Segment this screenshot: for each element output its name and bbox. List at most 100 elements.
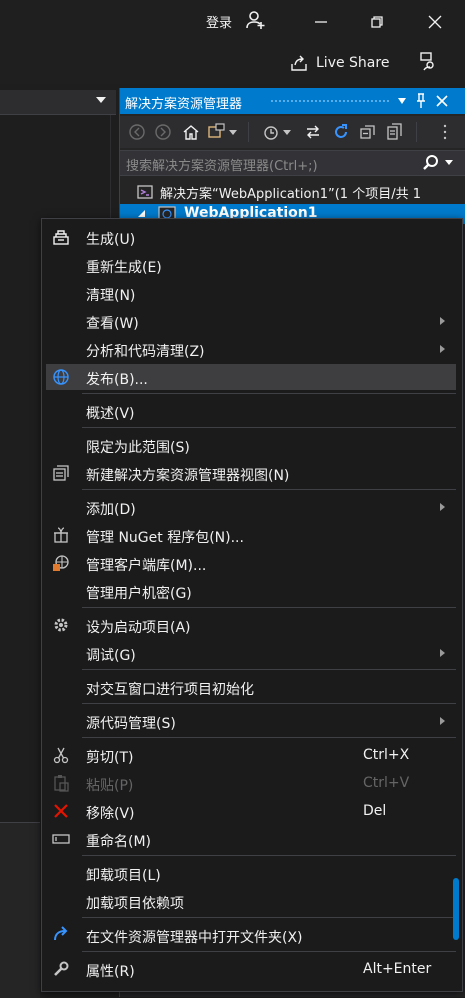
add-user-icon[interactable] (246, 10, 266, 30)
menu-item-label: 管理 NuGet 程序包(N)... (86, 530, 244, 546)
live-share-button[interactable]: Live Share (290, 52, 389, 74)
switch-views-icon[interactable] (208, 123, 226, 141)
menu-item-label: 加载项目依赖项 (86, 896, 184, 912)
menu-separator (82, 393, 456, 394)
sync-icon[interactable] (304, 123, 322, 141)
menu-item-open-in-file-explorer[interactable]: 在文件资源管理器中打开文件夹(X) (46, 922, 456, 948)
submenu-arrow-icon (440, 717, 445, 725)
menu-item-scope-to-this[interactable]: 限定为此范围(S) (46, 432, 456, 458)
submenu-arrow-icon (440, 345, 445, 353)
menu-item-add[interactable]: 添加(D) (46, 494, 456, 520)
title-bar: 登录 (0, 0, 465, 44)
menu-separator (82, 737, 456, 738)
menu-item-label: 分析和代码清理(Z) (86, 344, 205, 360)
submenu-arrow-icon (440, 317, 445, 325)
menu-item-overview[interactable]: 概述(V) (46, 398, 456, 424)
menu-separator (82, 669, 456, 670)
menu-item-remove[interactable]: 移除(V) Del (46, 798, 456, 824)
more-options-icon[interactable] (442, 122, 448, 142)
chevron-down-icon[interactable] (229, 130, 237, 136)
menu-item-properties[interactable]: 属性(R) Alt+Enter (46, 956, 456, 982)
tab-list-dropdown-icon[interactable] (96, 97, 106, 103)
project-context-menu: 生成(U) 重新生成(E) 清理(N) 查看(W) 分析和代码清理(Z) 发布(… (41, 218, 463, 992)
menu-item-label: 清理(N) (86, 288, 136, 304)
menu-separator (82, 703, 456, 704)
solution-explorer-title: 解决方案资源管理器 (125, 97, 243, 112)
solution-explorer-toolbar (120, 116, 465, 148)
client-library-icon (53, 555, 69, 571)
chevron-down-icon[interactable] (283, 130, 291, 136)
menu-item-label: 移除(V) (86, 806, 135, 822)
menu-item-view[interactable]: 查看(W) (46, 308, 456, 334)
menu-item-new-solution-explorer-view[interactable]: 新建解决方案资源管理器视图(N) (46, 460, 456, 486)
menu-item-source-control[interactable]: 源代码管理(S) (46, 708, 456, 734)
menu-item-paste[interactable]: 粘贴(P) Ctrl+V (46, 770, 456, 796)
menu-item-label: 设为启动项目(A) (86, 620, 191, 636)
pending-changes-clock-icon[interactable] (262, 123, 280, 141)
open-folder-arrow-icon (54, 926, 68, 941)
menu-item-label: 源代码管理(S) (86, 716, 176, 732)
command-bar: Live Share (0, 44, 465, 84)
menu-item-manage-client-libraries[interactable]: 管理客户端库(M)... (46, 550, 456, 576)
home-icon[interactable] (182, 123, 200, 141)
menu-item-label: 发布(B)... (86, 372, 148, 388)
search-icon[interactable] (422, 154, 440, 172)
back-icon[interactable] (128, 123, 146, 141)
gear-icon (54, 618, 68, 632)
drag-grip[interactable] (270, 99, 390, 104)
tree-item-solution[interactable]: 解决方案“WebApplication1”(1 个项目/共 1 (136, 182, 421, 202)
menu-item-label: 限定为此范围(S) (86, 440, 190, 456)
menu-item-load-dependencies[interactable]: 加载项目依赖项 (46, 888, 456, 914)
solution-explorer-search[interactable]: 搜索解决方案资源管理器(Ctrl+;) (120, 150, 465, 176)
rename-icon (52, 834, 70, 844)
menu-item-rename[interactable]: 重命名(M) (46, 826, 456, 852)
menu-item-shortcut: Ctrl+V (363, 775, 410, 791)
menu-item-debug[interactable]: 调试(G) (46, 640, 456, 666)
show-all-files-icon[interactable] (386, 123, 404, 141)
menu-item-cut[interactable]: 剪切(T) Ctrl+X (46, 742, 456, 768)
menu-item-set-as-startup[interactable]: 设为启动项目(A) (46, 612, 456, 638)
minimize-icon[interactable] (309, 10, 333, 34)
collapse-all-icon[interactable] (359, 123, 377, 141)
new-view-icon (53, 465, 69, 481)
refresh-icon[interactable] (332, 123, 350, 141)
forward-icon[interactable] (154, 123, 172, 141)
menu-item-unload-project[interactable]: 卸载项目(L) (46, 860, 456, 886)
solution-icon (137, 185, 153, 199)
pin-icon[interactable] (415, 93, 427, 109)
menu-item-label: 卸载项目(L) (86, 868, 161, 884)
expand-arrow-icon[interactable] (138, 210, 146, 218)
menu-item-analyze[interactable]: 分析和代码清理(Z) (46, 336, 456, 362)
menu-item-shortcut: Alt+Enter (363, 961, 432, 977)
menu-item-rebuild[interactable]: 重新生成(E) (46, 252, 456, 278)
submenu-arrow-icon (440, 649, 445, 657)
menu-item-label: 属性(R) (86, 964, 135, 980)
restore-icon[interactable] (365, 10, 389, 34)
feedback-icon[interactable] (418, 50, 440, 72)
menu-item-clean[interactable]: 清理(N) (46, 280, 456, 306)
menu-item-label: 管理客户端库(M)... (86, 558, 207, 574)
menu-item-initialize-interactive[interactable]: 对交互窗口进行项目初始化 (46, 674, 456, 700)
menu-item-shortcut: Ctrl+X (363, 747, 410, 763)
menu-separator (82, 607, 456, 608)
menu-item-publish[interactable]: 发布(B)... (46, 364, 456, 390)
menu-item-build[interactable]: 生成(U) (46, 224, 456, 250)
close-panel-icon[interactable] (435, 94, 449, 108)
menu-item-label: 新建解决方案资源管理器视图(N) (86, 468, 290, 484)
menu-separator (82, 427, 456, 428)
menu-item-label: 管理用户机密(G) (86, 586, 192, 602)
vertical-scrollbar-thumb[interactable] (453, 878, 459, 940)
panel-menu-dropdown-icon[interactable] (397, 97, 407, 105)
menu-item-manage-user-secrets[interactable]: 管理用户机密(G) (46, 578, 456, 604)
menu-item-label: 重新生成(E) (86, 260, 162, 276)
chevron-down-icon[interactable] (445, 160, 453, 166)
wrench-icon (54, 961, 69, 976)
nuget-icon (54, 527, 68, 543)
remove-x-icon (54, 804, 68, 818)
sign-in-label[interactable]: 登录 (206, 12, 232, 31)
menu-item-manage-nuget[interactable]: 管理 NuGet 程序包(N)... (46, 522, 456, 548)
menu-item-label: 粘贴(P) (86, 778, 134, 794)
menu-separator (82, 951, 456, 952)
menu-item-label: 剪切(T) (86, 750, 134, 766)
close-icon[interactable] (423, 10, 447, 34)
